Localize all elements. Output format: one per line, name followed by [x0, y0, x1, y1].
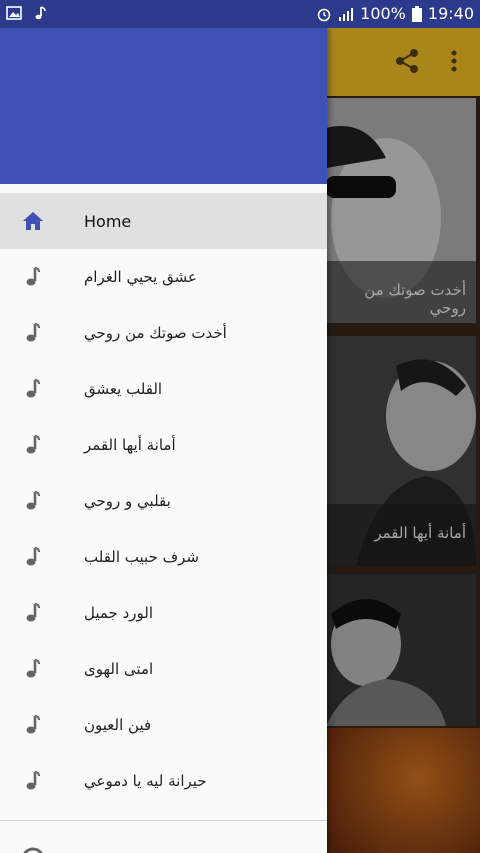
- drawer-item-label: Home: [84, 211, 132, 231]
- drawer-item-label: الورد جميل: [84, 604, 154, 622]
- signal-icon: [339, 7, 354, 21]
- drawer-header: [0, 28, 327, 184]
- alarm-icon: [317, 8, 331, 21]
- navigation-drawer: Home عشق يحيي الغرام أخدت صوتك من روحي ا…: [0, 28, 327, 853]
- home-icon: [23, 212, 43, 230]
- music-note-icon: [26, 659, 40, 678]
- music-note-icon: [26, 715, 40, 734]
- drawer-item-song[interactable]: شرف حبيب القلب: [0, 529, 327, 585]
- drawer-item-label: فين العيون: [84, 716, 152, 734]
- image-icon: [6, 6, 22, 20]
- music-note-icon: [26, 435, 40, 454]
- drawer-scrim[interactable]: [327, 96, 480, 853]
- music-note-icon: [26, 379, 40, 398]
- drawer-item-label: القلب يعشق: [84, 380, 163, 398]
- drawer-menu: Home عشق يحيي الغرام أخدت صوتك من روحي ا…: [0, 193, 327, 809]
- drawer-item-song[interactable]: أمانة أيها القمر: [0, 417, 327, 473]
- drawer-item-song[interactable]: القلب يعشق: [0, 361, 327, 417]
- more-vert-icon[interactable]: [444, 46, 464, 76]
- drawer-item-partial[interactable]: [20, 843, 320, 853]
- drawer-item-song[interactable]: بقلبي و روحي: [0, 473, 327, 529]
- music-note-icon: [26, 547, 40, 566]
- music-note-icon: [26, 323, 40, 342]
- drawer-item-label: عشق يحيي الغرام: [84, 268, 197, 286]
- drawer-item-song[interactable]: امتى الهوى: [0, 641, 327, 697]
- battery-percent: 100%: [360, 4, 406, 23]
- drawer-item-song[interactable]: الورد جميل: [0, 585, 327, 641]
- drawer-divider: [0, 820, 327, 821]
- drawer-item-label: امتى الهوى: [84, 660, 154, 678]
- drawer-item-song[interactable]: عشق يحيي الغرام: [0, 249, 327, 305]
- drawer-item-song[interactable]: حيرانة ليه يا دموعي: [0, 753, 327, 809]
- music-note-icon: [35, 6, 46, 20]
- drawer-item-label: أمانة أيها القمر: [84, 436, 176, 454]
- drawer-item-song[interactable]: فين العيون: [0, 697, 327, 753]
- drawer-item-home[interactable]: Home: [0, 193, 327, 249]
- drawer-item-label: شرف حبيب القلب: [84, 548, 200, 566]
- drawer-item-label: بقلبي و روحي: [84, 492, 171, 510]
- battery-icon: [411, 5, 422, 22]
- music-note-icon: [26, 771, 40, 790]
- music-note-icon: [26, 603, 40, 622]
- share-icon[interactable]: [392, 46, 422, 76]
- drawer-item-label: حيرانة ليه يا دموعي: [84, 772, 207, 790]
- music-note-icon: [26, 491, 40, 510]
- drawer-item-song[interactable]: أخدت صوتك من روحي: [0, 305, 327, 361]
- clock: 19:40: [427, 4, 474, 23]
- status-bar: 100% 19:40: [0, 0, 480, 28]
- drawer-item-label: أخدت صوتك من روحي: [84, 324, 227, 342]
- music-note-icon: [26, 267, 40, 286]
